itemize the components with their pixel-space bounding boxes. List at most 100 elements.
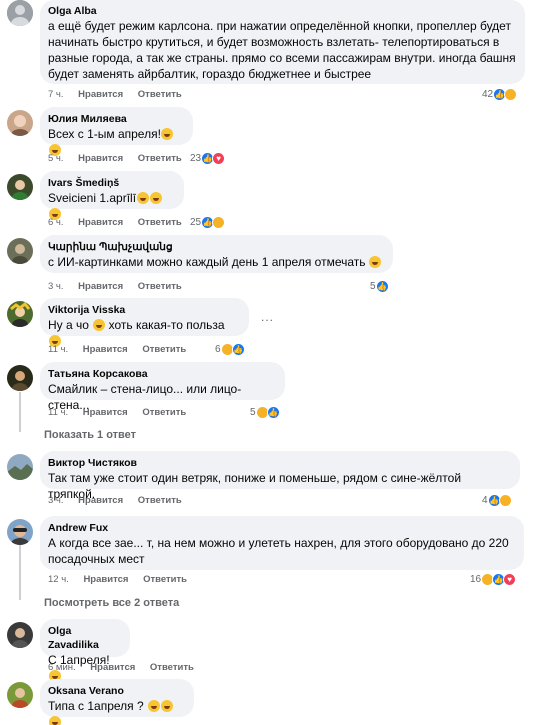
rofl-emoji-icon	[149, 192, 162, 204]
comment-time[interactable]: 7 ч.	[48, 89, 64, 100]
comment-author[interactable]: Ivars Šmediņš	[48, 176, 175, 190]
comment-text: будет заменять айрбалтик, гораздо бюджет…	[48, 67, 372, 81]
avatar[interactable]	[7, 301, 33, 327]
like-button[interactable]: Нравится	[90, 662, 135, 673]
reply-button[interactable]: Ответить	[142, 344, 186, 355]
avatar[interactable]	[7, 519, 33, 545]
comment-actions: 3 ч. Нравится Ответить	[48, 281, 194, 293]
like-reaction-icon: 👍	[231, 343, 245, 356]
reply-button[interactable]: Ответить	[138, 281, 182, 292]
comment-text: хоть какая-то польза	[108, 318, 225, 332]
reaction-count: 5	[250, 407, 256, 418]
comment-bubble: Татьяна Корсакова Смайлик – стена-лицо..…	[40, 362, 285, 412]
comment-text: Типа с 1апреля ?	[48, 699, 144, 713]
comment-author[interactable]: Виктор Чистяков	[48, 456, 511, 470]
like-button[interactable]: Нравится	[78, 153, 123, 164]
reply-button[interactable]: Ответить	[138, 89, 182, 100]
reaction-summary[interactable]: 4 👍	[482, 494, 512, 507]
avatar[interactable]	[7, 622, 33, 648]
reply-button[interactable]: Ответить	[138, 217, 182, 228]
comment-author[interactable]: Olga Alba	[48, 4, 516, 18]
thread-line	[19, 540, 21, 600]
avatar[interactable]	[7, 238, 33, 264]
thread-line	[19, 392, 21, 432]
show-replies-link[interactable]: Посмотреть все 2 ответа	[44, 597, 179, 609]
comment-actions: 3 ч. Нравится Ответить	[48, 495, 194, 507]
haha-reaction-icon	[498, 494, 512, 507]
haha-reaction-icon	[504, 88, 518, 101]
comment-time[interactable]: 3 ч.	[48, 495, 64, 506]
comment-actions: 7 ч. Нравится Ответить	[48, 89, 194, 101]
comment-time[interactable]: 6 мин.	[48, 662, 76, 673]
reaction-summary[interactable]: 42 👍	[482, 88, 518, 101]
reaction-count: 4	[482, 495, 488, 506]
avatar[interactable]	[7, 110, 33, 136]
reaction-count: 42	[482, 89, 494, 100]
like-button[interactable]: Нравится	[78, 281, 123, 292]
comment-bubble: Andrew Fux А когда все зае... т, на нем …	[40, 516, 524, 570]
comment-actions: 6 ч. Нравится Ответить	[48, 217, 194, 229]
like-button[interactable]: Нравится	[83, 344, 128, 355]
avatar[interactable]	[7, 454, 33, 480]
reaction-count: 6	[215, 344, 221, 355]
reaction-summary[interactable]: 16 👍 ♥	[470, 573, 517, 586]
laughing-emoji-icon	[161, 128, 174, 140]
show-replies-link[interactable]: Показать 1 ответ	[44, 429, 136, 441]
reply-button[interactable]: Ответить	[150, 662, 194, 673]
avatar[interactable]	[7, 174, 33, 200]
comment-time[interactable]: 5 ч.	[48, 153, 64, 164]
comment-actions: 12 ч. Нравится Ответить	[48, 574, 199, 586]
avatar[interactable]	[7, 365, 33, 391]
love-reaction-icon: ♥	[503, 573, 517, 586]
comment-text: начинать быстро крутиться, и будет возмо…	[48, 35, 500, 49]
comment-time[interactable]: 3 ч.	[48, 281, 64, 292]
reply-button[interactable]: Ответить	[142, 407, 186, 418]
love-reaction-icon: ♥	[212, 152, 226, 165]
comment-time[interactable]: 6 ч.	[48, 217, 64, 228]
comment-bubble: Կարինա Պախչավանց с ИИ-картинками можно к…	[40, 235, 393, 273]
avatar[interactable]	[7, 682, 33, 708]
like-reaction-icon: 👍	[375, 280, 389, 293]
reaction-count: 5	[370, 281, 376, 292]
smile-emoji-icon	[369, 256, 382, 268]
comment-author[interactable]: Viktorija Visska	[48, 303, 240, 317]
rofl-emoji-icon	[92, 319, 105, 331]
like-button[interactable]: Нравится	[83, 574, 128, 585]
reaction-summary[interactable]: 5 👍	[250, 406, 280, 419]
comment-author[interactable]: Andrew Fux	[48, 521, 515, 535]
like-button[interactable]: Нравится	[78, 89, 123, 100]
reaction-summary[interactable]: 6 👍	[215, 343, 245, 356]
avatar[interactable]	[7, 0, 33, 26]
comment-actions: 11 ч. Нравится Ответить	[48, 407, 198, 419]
grin-emoji-icon	[147, 700, 160, 712]
more-options-button[interactable]: ...	[261, 310, 274, 324]
reaction-summary[interactable]: 25 👍	[190, 216, 226, 229]
comment-bubble: Ivars Šmediņš Sveicieni 1.aprīlī	[40, 171, 184, 220]
reply-button[interactable]: Ответить	[138, 153, 182, 164]
comment-author[interactable]: Կարինա Պախչավանց	[48, 240, 384, 254]
like-button[interactable]: Нравится	[83, 407, 128, 418]
comment-bubble: Olga Alba а ещё будет режим карлсона. пр…	[40, 0, 525, 84]
comment-author[interactable]: Юлия Миляева	[48, 112, 184, 126]
comment-text: А когда все зае... т, на нем можно и уле…	[48, 536, 509, 550]
rofl-emoji-icon	[136, 192, 149, 204]
comment-text: Всех с 1-ым апреля!	[48, 127, 161, 141]
comment-author[interactable]: Oksana Verano	[48, 684, 185, 698]
comment-bubble: Юлия Миляева Всех с 1-ым апреля!	[40, 107, 193, 156]
reaction-summary[interactable]: 5 👍	[370, 280, 389, 293]
comment-bubble: Oksana Verano Типа с 1апреля ?	[40, 679, 194, 725]
reply-button[interactable]: Ответить	[138, 495, 182, 506]
like-button[interactable]: Нравится	[78, 495, 123, 506]
comment-time[interactable]: 11 ч.	[48, 407, 68, 418]
reaction-summary[interactable]: 23 👍 ♥	[190, 152, 226, 165]
like-button[interactable]: Нравится	[78, 217, 123, 228]
comment-time[interactable]: 12 ч.	[48, 574, 69, 585]
comment-author[interactable]: Olga Zavadilika	[48, 624, 121, 652]
reaction-count: 16	[470, 574, 482, 585]
comment-time[interactable]: 11 ч.	[48, 344, 68, 355]
comment-bubble: Виктор Чистяков Так там уже стоит один в…	[40, 451, 520, 501]
reply-button[interactable]: Ответить	[143, 574, 187, 585]
like-reaction-icon: 👍	[266, 406, 280, 419]
comment-author[interactable]: Татьяна Корсакова	[48, 367, 276, 381]
comment-actions: 11 ч. Нравится Ответить	[48, 344, 198, 356]
